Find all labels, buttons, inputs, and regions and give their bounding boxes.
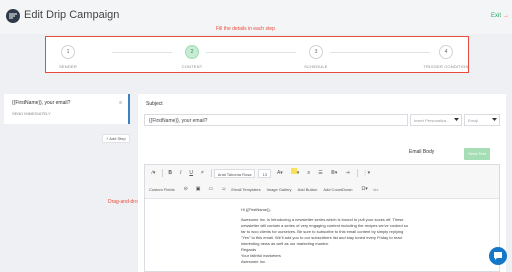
chat-support-button[interactable] — [489, 247, 507, 265]
step-content[interactable]: 2 CONTENT — [152, 45, 232, 69]
email-editor[interactable]: ⁄▾ B I U ≠ Arial Tahoma Rosa 13 A▾ ▾ ≡ ☰… — [144, 164, 500, 272]
align-icon[interactable]: ≣▾ — [328, 168, 341, 178]
step-label: CONTENT — [181, 64, 203, 69]
drip-step-card[interactable]: {{FirstName}}, your email? SEND IMMEDIAT… — [4, 94, 130, 124]
step-sender[interactable]: 1 SENDER — [28, 45, 108, 69]
emoji-select[interactable]: Emoji — [464, 114, 500, 126]
exit-arrow-icon: → — [502, 13, 509, 19]
font-family-select[interactable]: Arial Tahoma Rosa — [213, 168, 256, 178]
step-trigger-condition[interactable]: 4 TRIGGER CONDITION — [406, 45, 486, 69]
step-card-send-timing: SEND IMMEDIATELY — [12, 111, 51, 116]
steps-progress: 1 SENDER 2 CONTENT 3 SCHEDULE 4 TRIGGER … — [45, 36, 469, 73]
code-view-button[interactable]: </> — [373, 187, 379, 192]
toolbar-separator — [356, 169, 358, 177]
image-gallery-button[interactable]: Image Gallery — [267, 187, 292, 192]
list-ordered-icon[interactable]: ≡ — [304, 168, 313, 178]
emoticon-icon[interactable]: ☺ — [218, 184, 229, 194]
font-size-select[interactable]: 13 — [258, 168, 271, 178]
step-schedule[interactable]: 3 SCHEDULE — [276, 45, 356, 69]
personalization-select[interactable]: Insert Personaliza... — [410, 114, 462, 126]
chevron-down-icon — [492, 118, 497, 123]
list-bullet-icon[interactable]: ☰ — [315, 168, 325, 178]
highlight-color-icon[interactable]: ▾ — [288, 168, 303, 178]
underline-icon[interactable]: U — [186, 168, 196, 178]
send-test-button[interactable]: Send Test — [464, 148, 490, 160]
annotation-steps: Fill the details in each step — [216, 26, 275, 32]
content-panel: Subject {{FirstName}}, your email? Inser… — [138, 94, 506, 272]
page-title: Edit Drip Campaign — [24, 9, 120, 21]
toolbar-row-insert: Custom Fields ⊝ ▣ ▭ ☺ Email Templates Im… — [149, 183, 385, 195]
exit-label: Exit — [491, 13, 502, 19]
toolbar-separator — [210, 169, 212, 177]
chevron-down-icon — [454, 118, 459, 123]
step-number: 2 — [185, 45, 199, 59]
text-color-icon[interactable]: A▾ — [274, 168, 286, 178]
add-countdown-button[interactable]: Add CountDown — [323, 187, 352, 192]
toolbar-separator — [162, 169, 164, 177]
more-icon[interactable]: ⋮▾ — [360, 168, 374, 178]
custom-fields-dropdown[interactable]: Custom Fields — [149, 187, 175, 192]
step-number: 1 — [61, 45, 75, 59]
email-content[interactable]: Hi {{FirstName}}, Awesome Inc. is introd… — [241, 207, 411, 265]
image-icon[interactable]: ▣ — [193, 184, 204, 194]
email-greeting: Hi {{FirstName}}, — [241, 207, 271, 212]
email-body-label: Email Body — [409, 149, 435, 155]
italic-icon[interactable]: I — [177, 168, 184, 178]
personalization-placeholder: Insert Personaliza... — [414, 118, 450, 123]
app-logo-icon — [6, 9, 20, 23]
email-paragraph: Awesome Inc. is introducing a newsletter… — [241, 217, 409, 246]
chat-icon — [494, 252, 502, 260]
toolbar-row-formatting: ⁄▾ B I U ≠ Arial Tahoma Rosa 13 A▾ ▾ ≡ ☰… — [149, 167, 375, 179]
spellcheck-icon[interactable]: Ω▾ — [358, 184, 370, 194]
magic-wand-icon[interactable]: ⁄▾ — [149, 168, 158, 178]
step-label: SENDER — [59, 64, 77, 69]
add-button-button[interactable]: Add Button — [298, 187, 318, 192]
add-step-button[interactable]: + Add Step — [102, 134, 130, 143]
subject-input[interactable]: {{FirstName}}, your email? — [144, 114, 408, 126]
bold-icon[interactable]: B — [165, 168, 175, 178]
subject-label: Subject — [146, 101, 163, 107]
link-icon[interactable]: ⊝ — [181, 184, 191, 194]
step-number: 4 — [439, 45, 453, 59]
editor-toolbar: ⁄▾ B I U ≠ Arial Tahoma Rosa 13 A▾ ▾ ≡ ☰… — [145, 165, 499, 199]
video-icon[interactable]: ▭ — [206, 184, 217, 194]
email-company: Awesome Inc. — [241, 259, 267, 264]
step-number: 3 — [309, 45, 323, 59]
step-card-subject: {{FirstName}}, your email? — [12, 100, 71, 106]
step-label: TRIGGER CONDITION — [423, 64, 469, 69]
emoji-placeholder: Emoji — [468, 118, 479, 123]
strikethrough-icon[interactable]: ≠ — [198, 168, 207, 178]
step-label: SCHEDULE — [304, 64, 328, 69]
exit-link[interactable]: Exit → — [491, 12, 509, 19]
menu-icon[interactable]: ≡ — [119, 100, 122, 106]
indent-icon[interactable]: ⇥ — [342, 168, 352, 178]
email-templates-button[interactable]: Email Templates — [231, 187, 260, 192]
